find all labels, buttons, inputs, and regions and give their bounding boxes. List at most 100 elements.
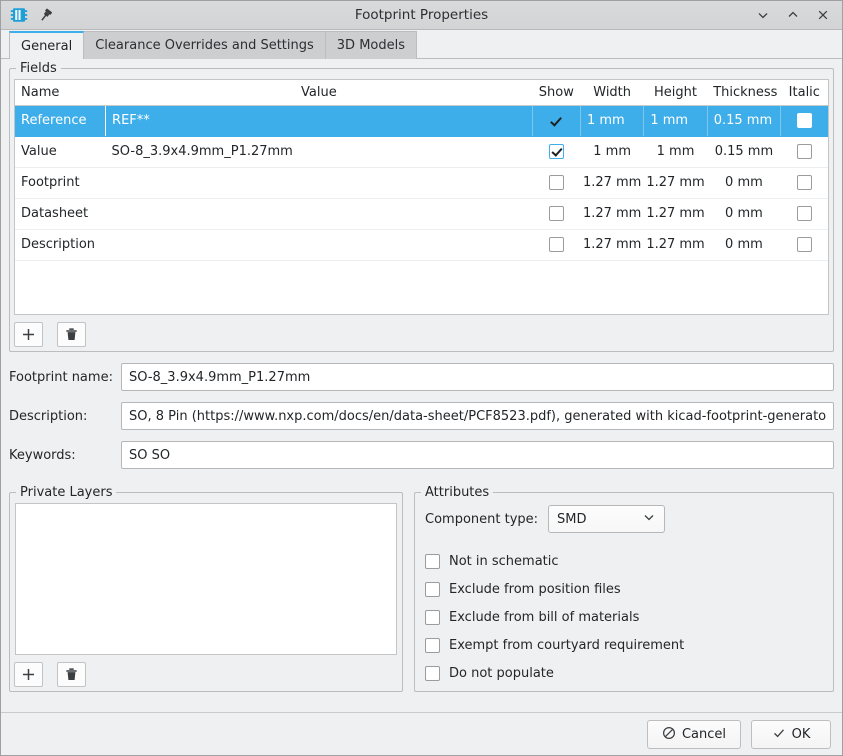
checkbox-box[interactable] — [425, 554, 440, 569]
checkbox-box[interactable] — [425, 610, 440, 625]
column-header-width[interactable]: Width — [580, 80, 643, 105]
checkbox-label: Not in schematic — [449, 554, 559, 569]
cell-width[interactable]: 1.27 mm — [580, 229, 643, 260]
cell-width[interactable]: 1 mm — [580, 105, 643, 136]
show-checkbox[interactable] — [549, 175, 564, 190]
add-field-button[interactable] — [14, 322, 43, 347]
cell-thickness[interactable]: 0.15 mm — [707, 136, 780, 167]
attributes-group-title: Attributes — [421, 485, 493, 500]
delete-private-layer-button[interactable] — [57, 662, 86, 687]
ok-button[interactable]: OK — [751, 720, 831, 749]
column-header-name[interactable]: Name — [15, 80, 106, 105]
italic-checkbox[interactable] — [797, 175, 812, 190]
tab-general[interactable]: General — [9, 31, 84, 59]
checkbox-exempt-from-courtyard-requirement[interactable]: Exempt from courtyard requirement — [425, 631, 823, 659]
checkbox-box[interactable] — [425, 666, 440, 681]
fields-table-header: Name Value Show Width Height Thickness I… — [15, 80, 828, 105]
cell-thickness[interactable]: 0 mm — [707, 198, 780, 229]
column-header-italic[interactable]: Italic — [781, 80, 828, 105]
fields-toolbar — [10, 315, 833, 347]
tab-bar: General Clearance Overrides and Settings… — [0, 30, 843, 59]
checkbox-box[interactable] — [425, 638, 440, 653]
cell-width[interactable]: 1 mm — [580, 136, 643, 167]
checkbox-exclude-from-position-files[interactable]: Exclude from position files — [425, 575, 823, 603]
private-layers-toolbar — [10, 655, 402, 687]
cell-height[interactable]: 1.27 mm — [644, 167, 707, 198]
maximize-button[interactable] — [785, 7, 801, 23]
cell-height[interactable]: 1 mm — [644, 136, 707, 167]
description-input[interactable]: SO, 8 Pin (https://www.nxp.com/docs/en/d… — [121, 402, 834, 430]
column-header-thickness[interactable]: Thickness — [707, 80, 780, 105]
fields-table-container[interactable]: Name Value Show Width Height Thickness I… — [14, 79, 829, 315]
cell-italic[interactable] — [781, 136, 828, 167]
cell-thickness[interactable]: 0 mm — [707, 167, 780, 198]
add-private-layer-button[interactable] — [14, 662, 43, 687]
cell-name[interactable]: Footprint — [15, 167, 106, 198]
table-row[interactable]: Datasheet 1.27 mm 1.27 mm 0 mm — [15, 198, 828, 229]
keywords-input[interactable]: SO SO — [121, 441, 834, 469]
checkbox-label: Exclude from bill of materials — [449, 610, 639, 625]
cell-value[interactable]: SO-8_3.9x4.9mm_P1.27mm — [106, 136, 533, 167]
cell-italic[interactable] — [781, 229, 828, 260]
cell-name[interactable]: Value — [15, 136, 106, 167]
italic-checkbox[interactable] — [797, 113, 812, 128]
table-row[interactable]: Value SO-8_3.9x4.9mm_P1.27mm 1 mm 1 mm 0… — [15, 136, 828, 167]
cell-height[interactable]: 1.27 mm — [644, 198, 707, 229]
table-row[interactable]: Reference REF** 1 mm 1 mm 0.15 mm — [15, 105, 828, 136]
cell-show[interactable] — [532, 198, 580, 229]
column-header-show[interactable]: Show — [532, 80, 580, 105]
cell-show[interactable] — [532, 136, 580, 167]
window-title: Footprint Properties — [0, 7, 843, 23]
cell-show[interactable] — [532, 167, 580, 198]
column-header-value[interactable]: Value — [106, 80, 533, 105]
cell-height[interactable]: 1 mm — [644, 105, 707, 136]
italic-checkbox[interactable] — [797, 144, 812, 159]
cell-thickness[interactable]: 0 mm — [707, 229, 780, 260]
table-row[interactable]: Description 1.27 mm 1.27 mm 0 mm — [15, 229, 828, 260]
tab-general-label: General — [21, 39, 72, 54]
cell-value[interactable] — [106, 229, 533, 260]
chevron-down-icon — [642, 510, 656, 528]
checkbox-exclude-from-bill-of-materials[interactable]: Exclude from bill of materials — [425, 603, 823, 631]
column-header-height[interactable]: Height — [644, 80, 707, 105]
private-layers-list[interactable] — [15, 503, 397, 655]
attributes-group: Attributes Component type: SMD Not in sc… — [414, 492, 834, 692]
cell-value[interactable]: REF** — [106, 105, 533, 136]
checkbox-do-not-populate[interactable]: Do not populate — [425, 659, 823, 687]
cancel-button[interactable]: Cancel — [647, 720, 741, 749]
italic-checkbox[interactable] — [797, 206, 812, 221]
component-type-row: Component type: SMD — [425, 505, 823, 533]
cell-name[interactable]: Reference — [15, 105, 106, 136]
close-button[interactable] — [815, 7, 831, 23]
cell-italic[interactable] — [781, 167, 828, 198]
show-checkbox[interactable] — [549, 206, 564, 221]
cell-value[interactable] — [106, 167, 533, 198]
tab-clearance-overrides[interactable]: Clearance Overrides and Settings — [83, 31, 326, 59]
cell-show[interactable] — [532, 105, 580, 136]
ok-label: OK — [792, 727, 811, 742]
checkbox-box[interactable] — [425, 582, 440, 597]
component-type-select[interactable]: SMD — [548, 505, 665, 533]
footprint-name-input[interactable]: SO-8_3.9x4.9mm_P1.27mm — [121, 363, 834, 391]
trash-icon — [64, 667, 79, 682]
tab-3d-models[interactable]: 3D Models — [325, 31, 417, 59]
checkbox-not-in-schematic[interactable]: Not in schematic — [425, 547, 823, 575]
minimize-button[interactable] — [755, 7, 771, 23]
pin-icon[interactable] — [38, 7, 54, 23]
cell-italic[interactable] — [781, 198, 828, 229]
cell-thickness[interactable]: 0.15 mm — [707, 105, 780, 136]
cell-value[interactable] — [106, 198, 533, 229]
cell-width[interactable]: 1.27 mm — [580, 167, 643, 198]
italic-checkbox[interactable] — [797, 237, 812, 252]
show-checkbox[interactable] — [549, 144, 564, 159]
cell-height[interactable]: 1.27 mm — [644, 229, 707, 260]
delete-field-button[interactable] — [57, 322, 86, 347]
show-checkbox[interactable] — [549, 237, 564, 252]
cell-italic[interactable] — [781, 105, 828, 136]
cell-name[interactable]: Description — [15, 229, 106, 260]
cell-show[interactable] — [532, 229, 580, 260]
cell-width[interactable]: 1.27 mm — [580, 198, 643, 229]
table-row[interactable]: Footprint 1.27 mm 1.27 mm 0 mm — [15, 167, 828, 198]
attributes-checkbox-list: Not in schematic Exclude from position f… — [425, 547, 823, 687]
cell-name[interactable]: Datasheet — [15, 198, 106, 229]
